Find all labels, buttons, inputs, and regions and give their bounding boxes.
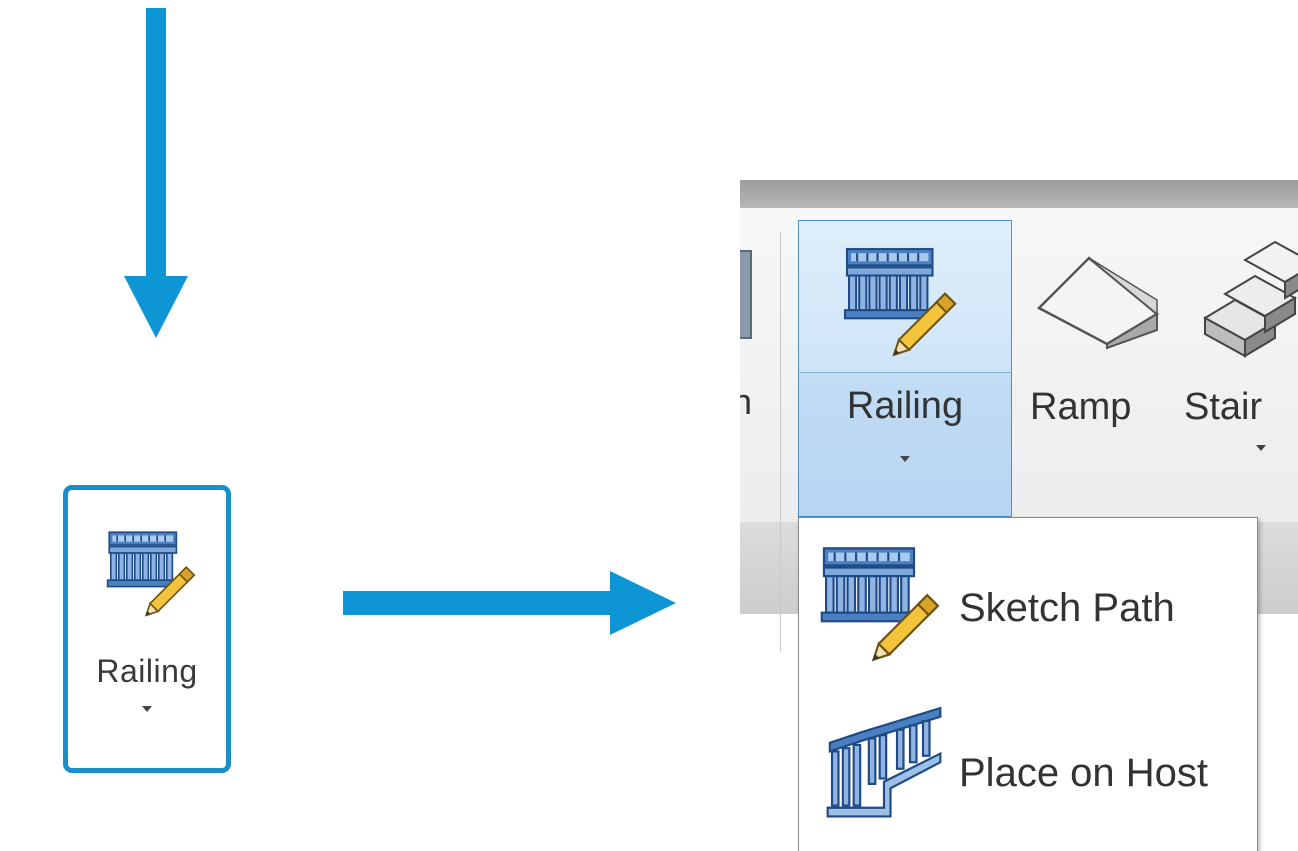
right-arrow-shaft <box>343 591 618 615</box>
railing-dropdown-button[interactable]: Railing <box>798 372 1012 517</box>
menu-item-label: Sketch Path <box>959 586 1175 630</box>
ribbon-title-strip <box>740 180 1298 208</box>
railing-button[interactable] <box>798 220 1012 372</box>
menu-item-label: Place on Host <box>959 751 1209 795</box>
ribbon-panel-crop: n Railing Ramp Stair Sketch Path Place o… <box>740 180 1298 851</box>
chevron-down-icon <box>900 456 910 462</box>
railing-button-label: Railing <box>96 653 198 689</box>
ramp-label[interactable]: Ramp <box>1030 386 1131 429</box>
railing-label: Railing <box>846 385 964 427</box>
railing-sketch-icon <box>106 528 202 618</box>
railing-sketch-icon <box>842 245 966 357</box>
chevron-down-icon[interactable] <box>1256 445 1266 451</box>
ribbon-separator <box>780 232 781 652</box>
chevron-down-icon[interactable] <box>142 706 152 712</box>
right-arrow-icon <box>610 571 676 635</box>
stair-label[interactable]: Stair <box>1184 386 1262 429</box>
railing-button-callout[interactable]: Railing <box>63 485 231 773</box>
railing-dropdown-menu: Sketch Path Place on Host <box>798 517 1258 851</box>
menu-item-sketch-path[interactable]: Sketch Path <box>799 520 1257 685</box>
ramp-icon[interactable] <box>1033 250 1163 350</box>
railing-on-host-icon <box>819 699 949 819</box>
down-arrow-shaft <box>146 8 166 278</box>
menu-item-place-on-host[interactable]: Place on Host <box>799 685 1257 850</box>
stair-icon[interactable] <box>1195 238 1298 358</box>
previous-tool-icon[interactable] <box>740 250 752 339</box>
previous-tool-label: n <box>740 381 753 422</box>
railing-sketch-icon <box>819 544 949 662</box>
down-arrow-icon <box>124 276 188 338</box>
